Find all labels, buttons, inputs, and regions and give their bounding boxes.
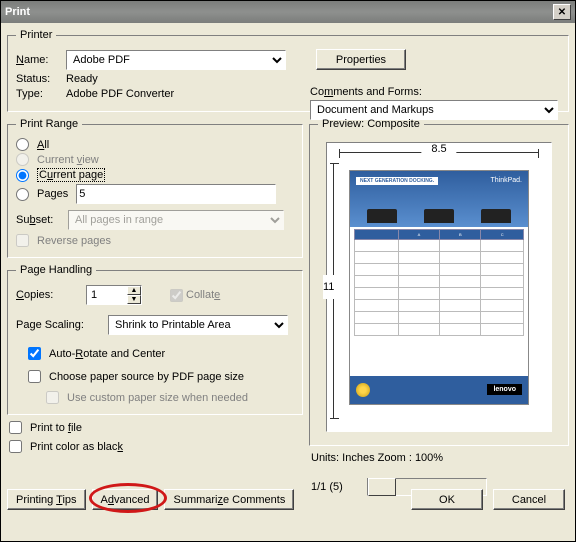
- comments-label: Comments and Forms:: [310, 86, 560, 98]
- range-currentpage-label: Current page: [37, 168, 105, 182]
- copies-input[interactable]: [87, 286, 127, 304]
- dock-image: [424, 209, 454, 223]
- status-label: Status:: [16, 73, 66, 85]
- auto-rotate-check[interactable]: [28, 347, 41, 360]
- spinner-down-icon[interactable]: ▼: [127, 295, 141, 304]
- print-dialog: Print ✕ Printer Name: Adobe PDF Status: …: [0, 0, 576, 542]
- comments-select[interactable]: Document and Markups: [310, 100, 558, 120]
- preview-width: 8.5: [421, 143, 456, 155]
- range-currentpage-radio[interactable]: [16, 169, 29, 182]
- range-pages-radio[interactable]: [16, 188, 29, 201]
- copies-label: Copies:: [16, 289, 86, 301]
- range-currentview-label: Current view: [37, 154, 99, 166]
- doc-headline: NEXT GENERATION DOCKING.: [356, 177, 438, 185]
- scaling-select[interactable]: Shrink to Printable Area: [108, 315, 288, 335]
- type-value: Adobe PDF Converter: [66, 88, 174, 100]
- print-color-black-label: Print color as black: [30, 441, 123, 453]
- print-range-legend: Print Range: [16, 118, 82, 130]
- close-icon: ✕: [558, 7, 566, 18]
- type-label: Type:: [16, 88, 66, 100]
- print-range-group: Print Range All Current view Current pag…: [7, 118, 303, 258]
- page-info: 1/1 (5): [311, 481, 343, 493]
- cancel-button[interactable]: Cancel: [493, 489, 565, 510]
- print-color-black-check[interactable]: [9, 440, 22, 453]
- pages-input[interactable]: [76, 184, 276, 204]
- preview-legend: Preview: Composite: [318, 118, 424, 130]
- print-to-file-label: Print to file: [30, 422, 82, 434]
- collate-check: [170, 289, 183, 302]
- printing-tips-button[interactable]: Printing Tips: [7, 489, 86, 510]
- close-button[interactable]: ✕: [553, 4, 571, 20]
- spinner-up-icon[interactable]: ▲: [127, 286, 141, 295]
- print-to-file-check[interactable]: [9, 421, 22, 434]
- page-handling-group: Page Handling Copies: ▲ ▼ Collate: [7, 264, 303, 415]
- slider-thumb[interactable]: [368, 478, 396, 496]
- doc-brand: ThinkPad.: [490, 177, 522, 184]
- subset-label: Subset:: [16, 214, 68, 226]
- range-pages-label: Pages: [37, 188, 68, 200]
- advanced-button[interactable]: Advanced: [92, 489, 159, 510]
- dock-image: [481, 209, 511, 223]
- preview-page: NEXT GENERATION DOCKING. ThinkPad. ABC: [349, 170, 529, 405]
- reverse-pages-label: Reverse pages: [37, 235, 111, 247]
- custom-paper-label: Use custom paper size when needed: [67, 392, 248, 404]
- name-label: Name:: [16, 54, 66, 66]
- properties-button[interactable]: Properties: [316, 49, 406, 70]
- ok-button[interactable]: OK: [411, 489, 483, 510]
- page-handling-legend: Page Handling: [16, 264, 96, 276]
- auto-rotate-label: Auto-Rotate and Center: [49, 348, 165, 360]
- range-currentview-radio: [16, 153, 29, 166]
- choose-paper-check[interactable]: [28, 370, 41, 383]
- status-value: Ready: [66, 73, 98, 85]
- window-title: Print: [5, 6, 30, 18]
- doc-table: ABC: [354, 229, 524, 336]
- preview-group: Preview: Composite 8.5 11 NEXT GENERATIO…: [309, 118, 569, 446]
- collate-label: Collate: [186, 289, 220, 301]
- range-all-radio[interactable]: [16, 138, 29, 151]
- dock-image: [367, 209, 397, 223]
- summarize-comments-button[interactable]: Summarize Comments: [164, 489, 294, 510]
- units-zoom: Units: Inches Zoom : 100%: [311, 452, 567, 464]
- scaling-label: Page Scaling:: [16, 319, 108, 331]
- printer-name-select[interactable]: Adobe PDF: [66, 50, 286, 70]
- preview-height: 11: [323, 275, 334, 299]
- reverse-pages-check: [16, 234, 29, 247]
- copies-spinner[interactable]: ▲ ▼: [86, 285, 142, 305]
- choose-paper-label: Choose paper source by PDF page size: [49, 371, 244, 383]
- subset-select: All pages in range: [68, 210, 284, 230]
- printer-group: Printer Name: Adobe PDF Status: Ready Ty…: [7, 29, 569, 112]
- titlebar[interactable]: Print ✕: [1, 1, 575, 23]
- custom-paper-check: [46, 391, 59, 404]
- range-all-label: All: [37, 139, 49, 151]
- preview-box: 8.5 11 NEXT GENERATION DOCKING. ThinkPad…: [326, 142, 552, 432]
- sun-icon: [356, 383, 370, 397]
- printer-legend: Printer: [16, 29, 56, 41]
- lenovo-logo: lenovo: [487, 384, 522, 395]
